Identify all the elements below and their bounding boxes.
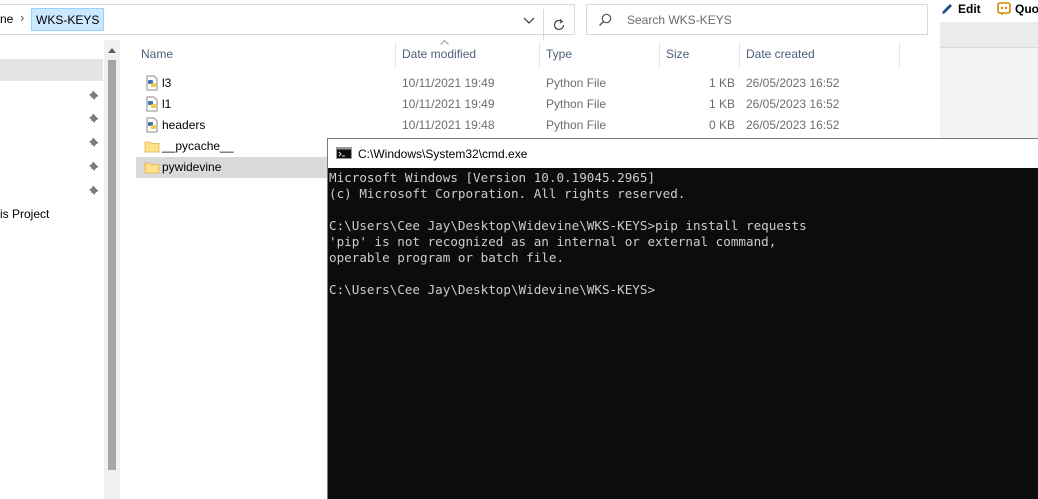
column-divider[interactable] <box>395 42 396 68</box>
file-date-modified: 10/11/2021 19:49 <box>402 97 495 111</box>
console-line: 'pip' is not recognized as an internal o… <box>329 234 777 249</box>
background-app-strip <box>940 22 1038 48</box>
nav-item-label[interactable]: is Project <box>0 207 49 221</box>
chevron-down-icon[interactable] <box>520 11 538 29</box>
python-file-icon <box>146 117 158 133</box>
column-divider[interactable] <box>899 42 900 68</box>
file-size: 1 KB <box>709 97 736 111</box>
file-row[interactable]: headers 10/11/2021 19:48 Python File 0 K… <box>136 115 926 136</box>
cmd-title: C:\Windows\System32\cmd.exe <box>358 147 528 161</box>
search-placeholder: Search WKS-KEYS <box>627 13 732 27</box>
file-name: headers <box>162 118 206 132</box>
folder-name: __pycache__ <box>162 139 234 153</box>
scroll-up-icon[interactable] <box>107 46 117 54</box>
pencil-icon <box>942 4 952 14</box>
nav-scrollbar-thumb[interactable] <box>108 60 116 470</box>
quote-button[interactable]: Quo <box>997 0 1038 18</box>
file-date-created: 26/05/2023 16:52 <box>746 76 840 90</box>
folder-icon <box>144 162 160 174</box>
edit-button-label: Edit <box>958 2 981 16</box>
python-file-icon <box>146 96 158 112</box>
pin-icon[interactable] <box>88 160 100 172</box>
navigation-pane: is Project <box>0 40 120 499</box>
file-date-modified: 10/11/2021 19:49 <box>402 76 495 90</box>
cmd-titlebar[interactable]: C:\Windows\System32\cmd.exe <box>328 139 1038 168</box>
console-prompt[interactable]: C:\Users\Cee Jay\Desktop\Widevine\WKS-KE… <box>329 282 1038 298</box>
address-bar[interactable]: ne › WKS-KEYS <box>0 4 575 40</box>
file-name: l3 <box>162 76 172 90</box>
edit-button[interactable]: Edit <box>940 0 981 18</box>
console-output[interactable]: Microsoft Windows [Version 10.0.19045.29… <box>328 168 1038 499</box>
nav-item-selected[interactable] <box>0 59 103 81</box>
sort-arrow-icon <box>440 40 449 45</box>
pin-icon[interactable] <box>88 112 100 124</box>
quote-button-label: Quo <box>1015 2 1038 16</box>
breadcrumb-previous[interactable]: ne <box>0 12 13 26</box>
file-date-created: 26/05/2023 16:52 <box>746 118 840 132</box>
search-input[interactable]: Search WKS-KEYS <box>586 4 928 35</box>
column-divider[interactable] <box>739 42 740 68</box>
console-line: C:\Users\Cee Jay\Desktop\Widevine\WKS-KE… <box>329 218 807 233</box>
file-name: l1 <box>162 97 172 111</box>
cmd-window[interactable]: C:\Windows\System32\cmd.exe Microsoft Wi… <box>327 138 1038 499</box>
file-type: Python File <box>546 118 607 132</box>
folder-row-selected[interactable]: pywidevine <box>136 157 336 178</box>
pin-icon[interactable] <box>88 89 100 101</box>
folder-icon <box>144 141 160 153</box>
file-date-created: 26/05/2023 16:52 <box>746 97 840 111</box>
file-row[interactable]: l3 10/11/2021 19:49 Python File 1 KB 26/… <box>136 73 926 94</box>
console-line: Microsoft Windows [Version 10.0.19045.29… <box>329 170 656 185</box>
file-type: Python File <box>546 97 607 111</box>
console-line: operable program or batch file. <box>329 250 565 265</box>
breadcrumb-current[interactable]: WKS-KEYS <box>31 8 105 31</box>
folder-name: pywidevine <box>162 160 222 174</box>
pin-icon[interactable] <box>88 136 100 148</box>
column-divider[interactable] <box>659 42 660 68</box>
file-date-modified: 10/11/2021 19:48 <box>402 118 495 132</box>
column-header-size[interactable]: Size <box>666 47 689 63</box>
cmd-icon <box>336 147 352 159</box>
python-file-icon <box>146 75 158 91</box>
breadcrumb-separator-icon[interactable]: › <box>20 10 24 25</box>
file-size: 0 KB <box>709 118 736 132</box>
file-size: 1 KB <box>709 76 736 90</box>
quote-icon <box>997 2 1011 16</box>
file-row[interactable]: l1 10/11/2021 19:49 Python File 1 KB 26/… <box>136 94 926 115</box>
nav-scrollbar[interactable] <box>104 40 120 499</box>
column-header-name[interactable]: Name <box>141 47 173 63</box>
explorer-address-area: ne › WKS-KEYS Search WKS-KEYS <box>0 0 940 40</box>
pin-icon[interactable] <box>88 184 100 196</box>
column-header-date-modified[interactable]: Date modified <box>402 47 476 63</box>
column-divider[interactable] <box>539 42 540 68</box>
file-type: Python File <box>546 76 607 90</box>
search-icon <box>599 13 612 26</box>
refresh-button[interactable] <box>543 9 573 40</box>
column-header-date-created[interactable]: Date created <box>746 47 815 63</box>
console-line: (c) Microsoft Corporation. All rights re… <box>329 186 686 201</box>
refresh-icon <box>553 18 564 30</box>
column-header-type[interactable]: Type <box>546 47 572 63</box>
background-app-toolbar: Edit Quo <box>940 0 1038 22</box>
